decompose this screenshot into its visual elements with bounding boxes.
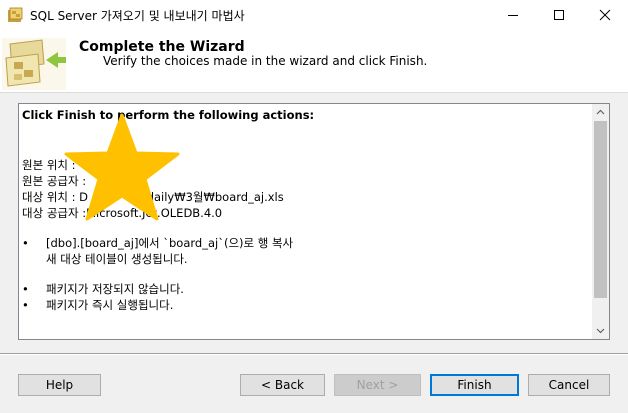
bullet: • [22,236,29,250]
finish-button[interactable]: Finish [430,374,519,396]
action-package-run-now: 패키지가 즉시 실행됩니다. [46,298,174,312]
wizard-icon [2,38,66,90]
cancel-button[interactable]: Cancel [528,374,610,396]
scroll-up-button[interactable] [592,104,609,121]
header-subtitle: Verify the choices made in the wizard an… [103,54,428,68]
close-icon [599,9,611,21]
action-package-not-saved: 패키지가 저장되지 않습니다. [46,282,184,296]
bullet: • [22,282,29,296]
action-create-table: 새 대상 테이블이 생성됩니다. [46,252,188,266]
star-icon [64,113,180,221]
chevron-down-icon [596,328,605,334]
minimize-icon [508,15,518,16]
back-button[interactable]: < Back [240,374,325,396]
separator [0,353,628,355]
maximize-button[interactable] [536,0,582,30]
title-bar: SQL Server 가져오기 및 내보내기 마법사 [0,0,628,30]
list-item: • 패키지가 저장되지 않습니다. [22,281,588,297]
close-button[interactable] [582,0,628,30]
app-icon [8,7,23,22]
maximize-icon [554,10,564,20]
list-item: • [dbo].[board_aj]에서 `board_aj`(으)로 행 복사 [22,235,588,251]
wizard-header: Complete the Wizard Verify the choices m… [0,30,628,93]
help-button[interactable]: Help [18,374,101,396]
bullet: • [22,298,29,312]
minimize-button[interactable] [490,0,536,30]
scroll-down-button[interactable] [592,322,609,339]
chevron-up-icon [596,109,605,115]
window-title: SQL Server 가져오기 및 내보내기 마법사 [30,9,245,23]
list-item: • 패키지가 즉시 실행됩니다. [22,297,588,313]
list-item-continuation: 새 대상 테이블이 생성됩니다. [22,251,588,267]
action-copy-rows: [dbo].[board_aj]에서 `board_aj`(으)로 행 복사 [46,236,294,250]
scroll-thumb[interactable] [594,121,607,298]
next-button[interactable]: Next > [334,374,421,396]
header-title: Complete the Wizard [79,39,245,55]
vertical-scrollbar[interactable] [592,104,609,339]
